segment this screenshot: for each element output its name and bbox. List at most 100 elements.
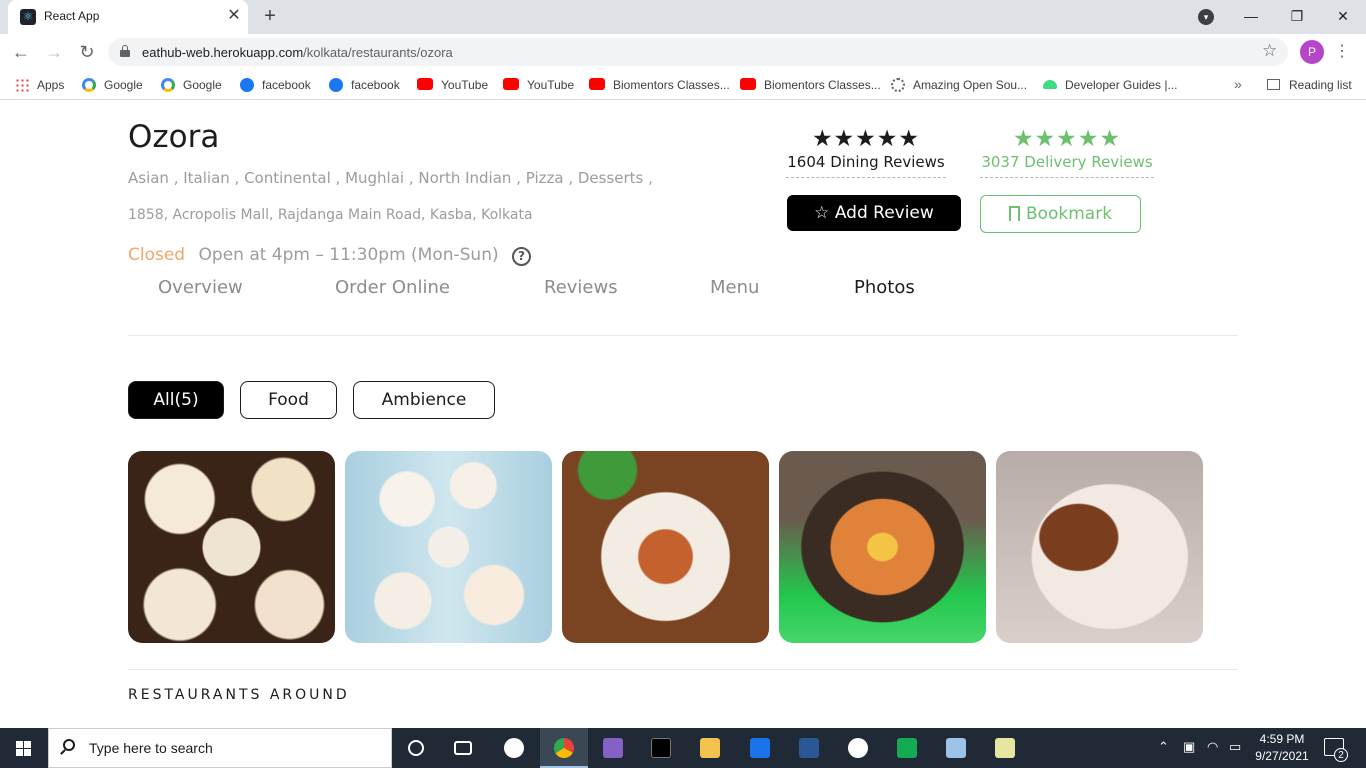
more-bookmarks-icon[interactable]: » bbox=[1234, 76, 1242, 92]
reload-icon[interactable]: ↻ bbox=[75, 40, 99, 64]
bookmark-star-icon[interactable]: ☆ bbox=[1262, 41, 1277, 61]
taskbar-app[interactable] bbox=[932, 728, 980, 768]
help-icon[interactable]: ? bbox=[512, 247, 532, 266]
bookmark-button[interactable]: Bookmark bbox=[980, 195, 1141, 233]
menu-icon[interactable]: ⋮ bbox=[1334, 40, 1350, 64]
minimize-icon[interactable]: — bbox=[1236, 4, 1266, 28]
filter-all-button[interactable]: All(5) bbox=[128, 381, 224, 419]
photo-thumbnail[interactable] bbox=[128, 451, 335, 643]
bookmark-item[interactable]: Amazing Open Sou... bbox=[891, 76, 1027, 94]
bookmarks-bar: Apps Google Google facebook facebook You… bbox=[0, 70, 1366, 100]
photo-thumbnail[interactable] bbox=[345, 451, 552, 643]
tab-photos[interactable]: Photos bbox=[854, 277, 915, 298]
folder-icon bbox=[700, 738, 720, 758]
google-icon bbox=[82, 78, 96, 92]
close-window-icon[interactable]: ✕ bbox=[1328, 4, 1358, 28]
react-icon: ⚛ bbox=[20, 9, 36, 25]
reading-list-button[interactable]: Reading list bbox=[1267, 76, 1352, 94]
forward-icon[interactable]: → bbox=[42, 40, 66, 64]
youtube-icon bbox=[503, 78, 519, 90]
opening-status: Closed Open at 4pm – 11:30pm (Mon-Sun) ? bbox=[128, 245, 532, 266]
browser-tab[interactable]: ⚛ React App ✕ bbox=[8, 0, 248, 34]
bookmark-item[interactable]: facebook bbox=[240, 76, 311, 94]
battery-icon[interactable]: ▭ bbox=[1229, 739, 1241, 755]
chrome-icon bbox=[554, 738, 574, 758]
visual-studio-icon bbox=[603, 738, 623, 758]
youtube-icon bbox=[740, 78, 756, 90]
wifi-icon[interactable]: ◠ bbox=[1207, 739, 1218, 755]
filter-food-button[interactable]: Food bbox=[240, 381, 337, 419]
tabs-divider bbox=[128, 335, 1238, 336]
delivery-rating: ★★★★★ 3037 Delivery Reviews bbox=[980, 127, 1154, 178]
delivery-reviews-count[interactable]: 3037 Delivery Reviews bbox=[980, 153, 1154, 178]
dining-stars: ★★★★★ bbox=[811, 126, 921, 152]
tab-overview[interactable]: Overview bbox=[158, 277, 243, 298]
bookmark-item[interactable]: YouTube bbox=[503, 76, 574, 94]
android-icon bbox=[1043, 80, 1057, 89]
app-icon bbox=[946, 738, 966, 758]
task-view-icon bbox=[454, 741, 472, 755]
app-icon bbox=[799, 738, 819, 758]
taskbar-app[interactable] bbox=[736, 728, 784, 768]
add-review-button[interactable]: ☆ Add Review bbox=[787, 195, 961, 231]
address-bar[interactable]: eathub-web.herokuapp.com/kolkata/restaur… bbox=[108, 38, 1288, 66]
bookmark-item[interactable]: Google bbox=[82, 76, 143, 94]
bookmark-item[interactable]: facebook bbox=[329, 76, 400, 94]
bookmark-item[interactable]: Biomentors Classes... bbox=[589, 76, 730, 94]
search-icon bbox=[63, 739, 75, 751]
visual-studio-taskbar-app[interactable] bbox=[589, 728, 637, 768]
photo-thumbnail[interactable] bbox=[562, 451, 769, 643]
show-hidden-icons[interactable]: ⌃ bbox=[1158, 739, 1169, 755]
restaurants-around-heading: RESTAURANTS AROUND bbox=[128, 687, 350, 703]
taskbar-app[interactable] bbox=[490, 728, 538, 768]
browser-tab-bar: ⚛ React App ✕ + ▾ — ❐ ✕ bbox=[0, 0, 1366, 34]
bookmark-item[interactable]: Developer Guides |... bbox=[1043, 76, 1178, 94]
taskbar: Type here to search ⌃ ▣ ◠ ▭ 4:59 PM 9/27… bbox=[0, 728, 1366, 768]
app-icon bbox=[504, 738, 524, 758]
taskbar-app[interactable] bbox=[981, 728, 1029, 768]
tab-order-online[interactable]: Order Online bbox=[335, 277, 450, 298]
mongodb-compass-taskbar-app[interactable] bbox=[883, 728, 931, 768]
restaurant-tabs: Overview Order Online Reviews Menu Photo… bbox=[128, 277, 1238, 333]
delivery-stars: ★★★★★ bbox=[1012, 126, 1122, 152]
reading-list-icon bbox=[1267, 79, 1280, 90]
new-tab-icon[interactable]: + bbox=[258, 5, 282, 29]
profile-avatar[interactable]: P bbox=[1300, 40, 1324, 64]
bookmark-item[interactable]: YouTube bbox=[417, 76, 488, 94]
lock-icon bbox=[120, 45, 130, 57]
close-tab-icon[interactable]: ✕ bbox=[224, 6, 244, 26]
start-button[interactable] bbox=[0, 728, 48, 768]
task-view-button[interactable] bbox=[440, 728, 488, 768]
chrome-taskbar-app[interactable] bbox=[540, 728, 588, 768]
cortana-button[interactable] bbox=[392, 728, 440, 768]
file-explorer-taskbar-app[interactable] bbox=[686, 728, 734, 768]
mongodb-taskbar-app[interactable] bbox=[834, 728, 882, 768]
tab-menu[interactable]: Menu bbox=[710, 277, 759, 298]
tab-search-icon[interactable]: ▾ bbox=[1198, 9, 1214, 25]
bookmark-icon bbox=[1008, 206, 1020, 223]
youtube-icon bbox=[417, 78, 433, 90]
taskbar-app[interactable] bbox=[785, 728, 833, 768]
dining-rating: ★★★★★ 1604 Dining Reviews bbox=[786, 127, 946, 178]
terminal-taskbar-app[interactable] bbox=[637, 728, 685, 768]
restaurant-address: 1858, Acropolis Mall, Rajdanga Main Road… bbox=[128, 207, 533, 223]
dining-reviews-count[interactable]: 1604 Dining Reviews bbox=[786, 153, 946, 178]
url-text[interactable]: eathub-web.herokuapp.com/kolkata/restaur… bbox=[142, 45, 453, 60]
gear-icon bbox=[891, 78, 905, 92]
closed-label: Closed bbox=[128, 245, 186, 265]
photo-thumbnail[interactable] bbox=[779, 451, 986, 643]
bookmark-item[interactable]: Biomentors Classes... bbox=[740, 76, 881, 94]
photo-thumbnail[interactable] bbox=[996, 451, 1203, 643]
device-icon[interactable]: ▣ bbox=[1183, 739, 1195, 755]
bookmark-item[interactable]: Google bbox=[161, 76, 222, 94]
filter-ambience-button[interactable]: Ambience bbox=[353, 381, 495, 419]
mongodb-compass-icon bbox=[897, 738, 917, 758]
taskbar-search-input[interactable]: Type here to search bbox=[48, 728, 392, 768]
back-icon[interactable]: ← bbox=[9, 40, 33, 64]
tab-reviews[interactable]: Reviews bbox=[544, 277, 618, 298]
bookmark-item[interactable]: Apps bbox=[15, 76, 64, 94]
restore-icon[interactable]: ❐ bbox=[1282, 4, 1312, 28]
system-clock[interactable]: 4:59 PM 9/27/2021 bbox=[1252, 731, 1312, 765]
section-divider bbox=[128, 669, 1238, 670]
apps-icon bbox=[15, 78, 29, 92]
